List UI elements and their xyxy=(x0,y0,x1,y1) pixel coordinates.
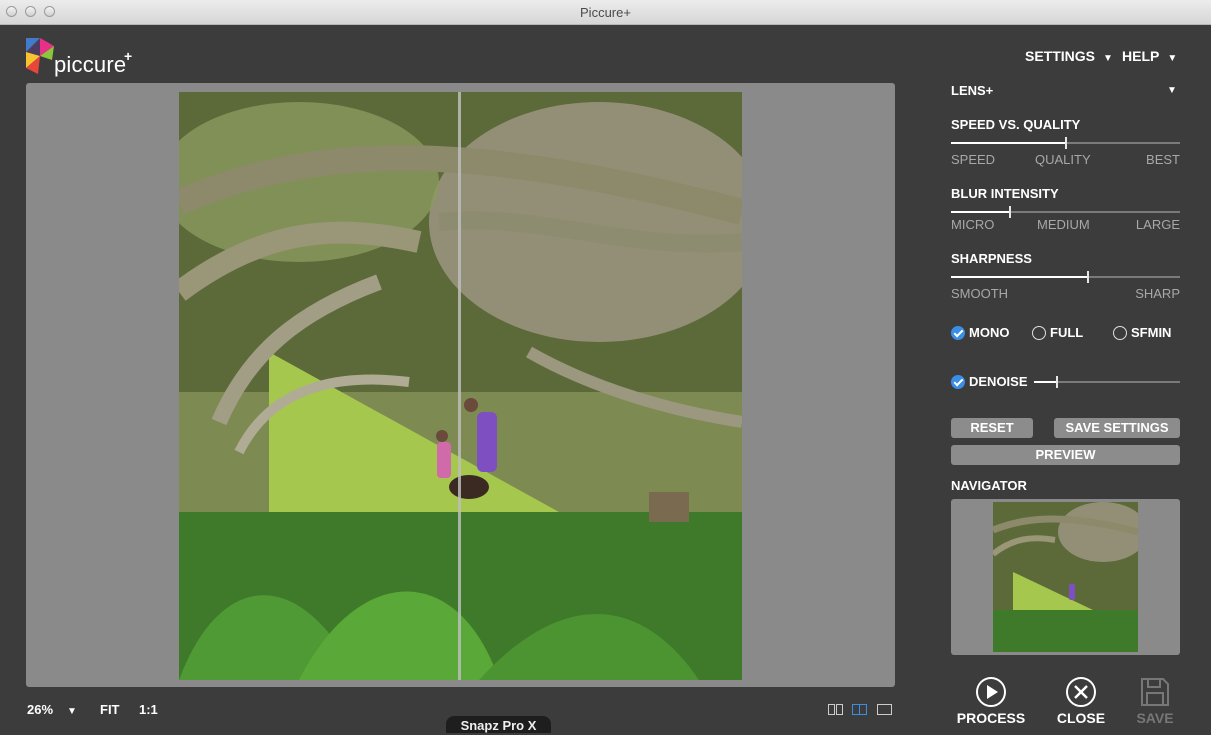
chevron-down-icon: ▼ xyxy=(1103,53,1113,64)
split-view-icon[interactable] xyxy=(852,704,867,715)
slider-thumb[interactable] xyxy=(1087,271,1089,283)
window-title: Piccure+ xyxy=(580,5,631,20)
blur-intensity-title: BLUR INTENSITY xyxy=(951,186,1059,201)
speed-quality-title: SPEED VS. QUALITY xyxy=(951,117,1081,132)
save-button[interactable]: SAVE xyxy=(1115,676,1195,726)
floppy-disk-icon xyxy=(1141,678,1169,706)
settings-menu[interactable]: SETTINGS ▼ xyxy=(1025,48,1113,64)
tick-label: MEDIUM xyxy=(1037,217,1090,232)
mode-option-label: MONO xyxy=(969,325,1010,340)
mode-option-label: SFMIN xyxy=(1131,325,1172,340)
logo-text: piccure xyxy=(54,52,127,77)
tick-label: MICRO xyxy=(951,217,995,232)
tick-label: SPEED xyxy=(951,152,996,167)
one-to-one-button[interactable]: 1:1 xyxy=(139,702,158,717)
chevron-down-icon: ▼ xyxy=(1167,53,1178,64)
reset-button[interactable]: RESET xyxy=(951,418,1033,438)
help-menu[interactable]: HELP ▼ xyxy=(1122,48,1177,64)
logo-plus: + xyxy=(124,48,133,64)
single-view-icon[interactable] xyxy=(877,704,892,715)
slider-thumb[interactable] xyxy=(1056,376,1058,388)
navigator-image xyxy=(993,502,1138,652)
checked-radio-icon[interactable] xyxy=(951,325,965,340)
photo-preview[interactable] xyxy=(179,92,742,680)
zoom-level-value: 26% xyxy=(27,702,54,717)
slider-thumb[interactable] xyxy=(1009,206,1011,218)
navigator-panel[interactable] xyxy=(951,499,1180,655)
tick-label: SHARP xyxy=(1135,286,1180,301)
help-menu-label: HELP xyxy=(1122,48,1160,64)
close-label: CLOSE xyxy=(1056,710,1106,726)
app-logo: piccure + xyxy=(26,38,146,78)
close-icon xyxy=(1066,677,1096,707)
chevron-down-icon[interactable]: ▼ xyxy=(1167,85,1177,96)
play-icon xyxy=(976,677,1006,707)
slider-fill xyxy=(951,142,1065,144)
piccure-logo-icon xyxy=(26,38,54,74)
preview-button[interactable]: PREVIEW xyxy=(951,445,1180,465)
mode-option-sfmin[interactable]: SFMIN xyxy=(1113,325,1171,340)
chevron-down-icon: ▼ xyxy=(67,706,77,717)
tick-label: LARGE xyxy=(1135,217,1180,232)
zoom-level-dropdown[interactable]: 26% ▼ xyxy=(27,702,77,717)
preset-label: LENS+ xyxy=(951,83,994,98)
tick-label: SMOOTH xyxy=(951,286,1009,301)
mode-option-mono[interactable]: MONO xyxy=(951,325,1009,340)
tick-label: BEST xyxy=(1146,152,1180,167)
sharpness-slider[interactable] xyxy=(951,271,1180,283)
speed-quality-slider[interactable] xyxy=(951,137,1180,149)
radio-icon[interactable] xyxy=(1113,325,1127,340)
close-button[interactable]: CLOSE xyxy=(1041,676,1121,726)
navigator-title: NAVIGATOR xyxy=(951,478,1027,493)
sharpness-title: SHARPNESS xyxy=(951,251,1032,266)
denoise-slider[interactable] xyxy=(1034,376,1180,388)
navigator-thumbnail[interactable] xyxy=(993,502,1138,652)
preset-dropdown[interactable]: LENS+ xyxy=(951,83,993,98)
denoise-checkbox[interactable]: DENOISE xyxy=(951,374,1028,389)
denoise-label: DENOISE xyxy=(969,374,1028,389)
process-button[interactable]: PROCESS xyxy=(951,676,1031,726)
checked-checkbox-icon[interactable] xyxy=(951,374,965,389)
process-label: PROCESS xyxy=(956,710,1026,726)
slider-fill xyxy=(1034,381,1056,383)
window-titlebar: Piccure+ xyxy=(0,0,1211,25)
radio-icon[interactable] xyxy=(1032,325,1046,340)
split-view-divider[interactable] xyxy=(458,92,461,680)
fit-button[interactable]: FIT xyxy=(100,702,120,717)
side-by-side-view-icon[interactable] xyxy=(828,704,843,715)
slider-fill xyxy=(951,276,1087,278)
slider-fill xyxy=(951,211,1009,213)
settings-menu-label: SETTINGS xyxy=(1025,48,1096,64)
mode-option-full[interactable]: FULL xyxy=(1032,325,1083,340)
image-canvas[interactable] xyxy=(26,83,895,687)
snapz-pro-overlay: Snapz Pro X xyxy=(446,716,551,733)
tick-label: QUALITY xyxy=(1035,152,1091,167)
save-label: SAVE xyxy=(1136,710,1174,726)
slider-thumb[interactable] xyxy=(1065,137,1067,149)
mode-option-label: FULL xyxy=(1050,325,1084,340)
save-settings-button[interactable]: SAVE SETTINGS xyxy=(1054,418,1180,438)
